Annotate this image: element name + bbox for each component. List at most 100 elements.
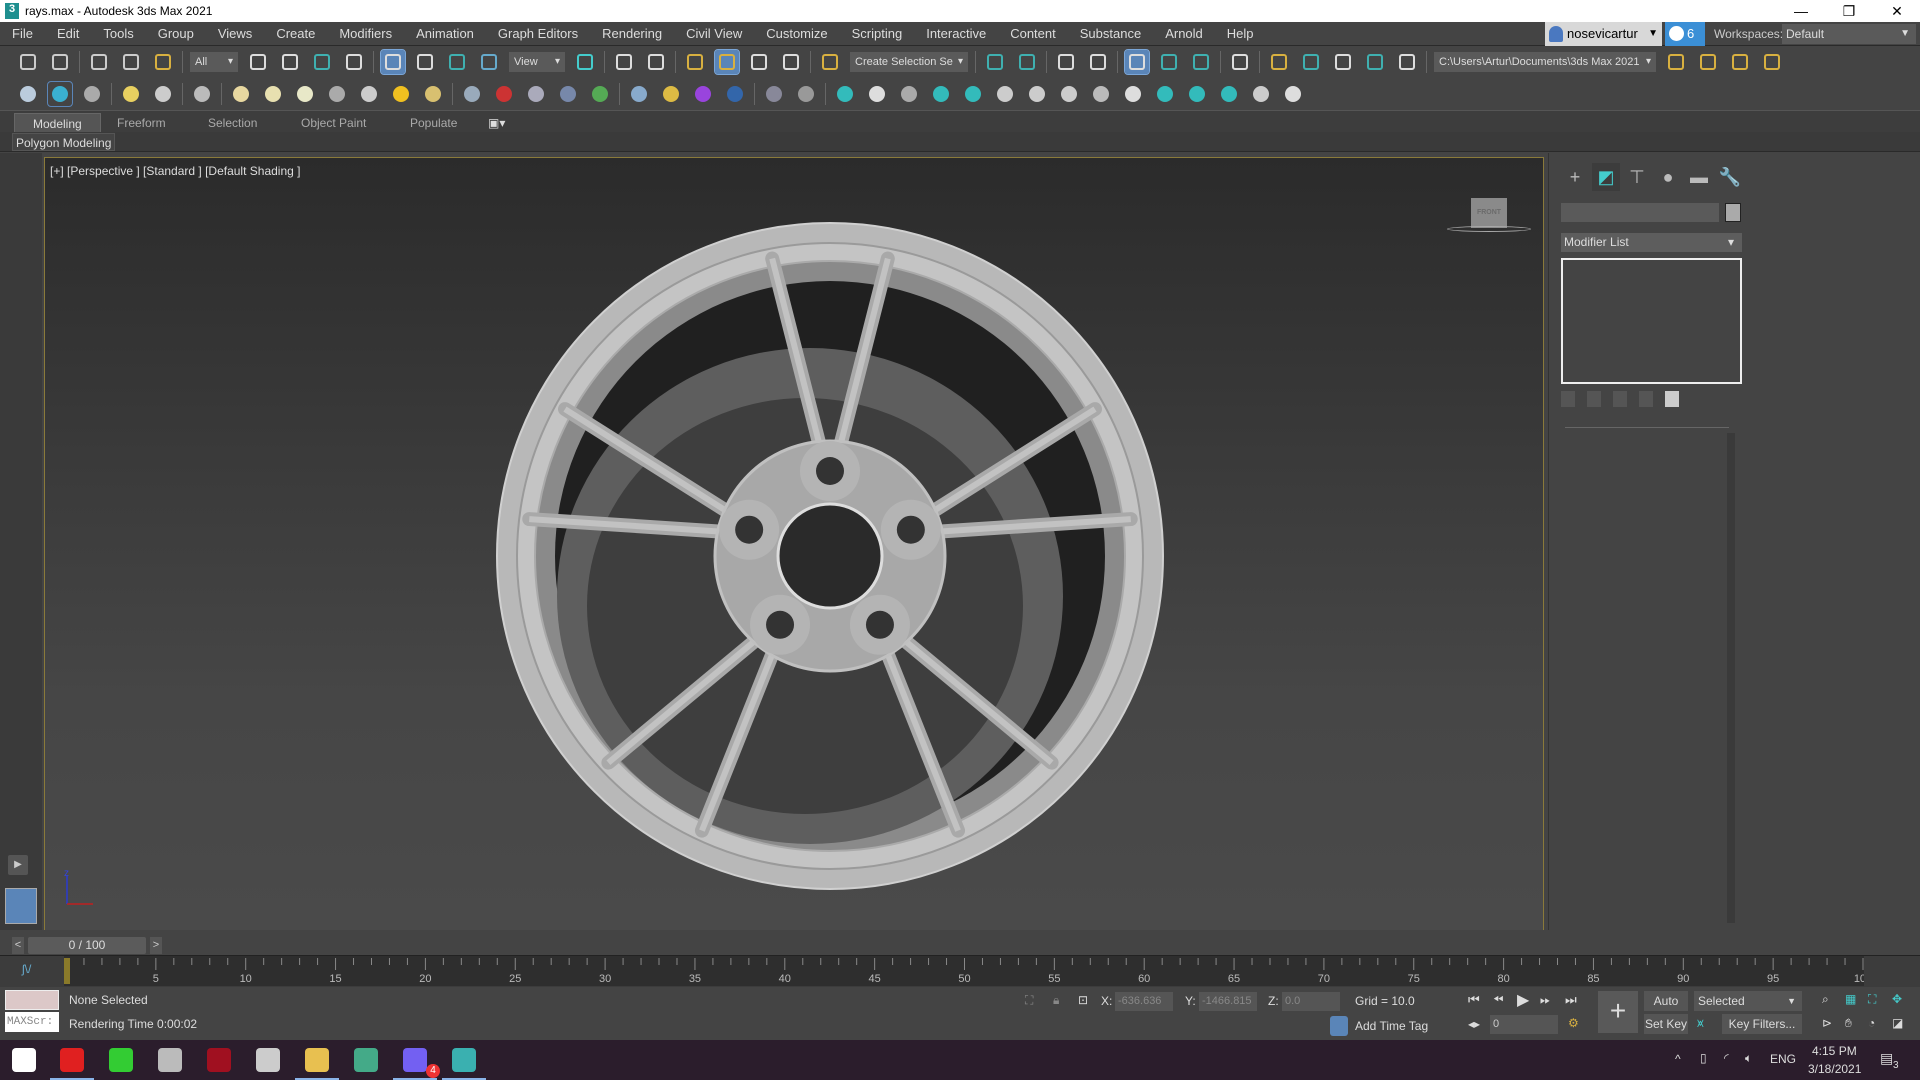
- rect-region-icon[interactable]: [310, 50, 334, 74]
- lattice-icon[interactable]: [524, 82, 548, 106]
- auto-key-button[interactable]: Auto Key: [1644, 991, 1688, 1028]
- molecule-icon[interactable]: [492, 82, 516, 106]
- panel-scrollbar[interactable]: [1727, 433, 1735, 923]
- display-icon[interactable]: ▬: [1685, 163, 1713, 191]
- menu-file[interactable]: File: [0, 26, 45, 41]
- viewport-layout-thumbnail[interactable]: [5, 888, 37, 924]
- isolate-icon[interactable]: ⛶: [1025, 993, 1033, 1008]
- key-mode-select[interactable]: Selected ▼: [1694, 991, 1802, 1011]
- grass-icon[interactable]: [588, 82, 612, 106]
- hierarchy-icon[interactable]: ⊤: [1623, 163, 1651, 191]
- render-to-texture-icon[interactable]: [1395, 50, 1419, 74]
- tab-freeform[interactable]: Freeform: [117, 113, 166, 133]
- dope-sheet-icon[interactable]: [1189, 50, 1213, 74]
- ribbon-options-icon[interactable]: ▣▾: [488, 113, 505, 133]
- pin-stack-icon[interactable]: [1561, 391, 1575, 407]
- tab-modeling[interactable]: Modeling: [14, 113, 101, 133]
- workspace-select[interactable]: Default ▼: [1782, 24, 1916, 44]
- menu-views[interactable]: Views: [206, 26, 264, 41]
- object-name-field[interactable]: [1561, 203, 1719, 222]
- z-coordinate-field[interactable]: 0.0: [1282, 992, 1340, 1011]
- grid-icon[interactable]: [1121, 82, 1145, 106]
- minimize-button[interactable]: —: [1778, 0, 1824, 22]
- tree-icon[interactable]: [993, 82, 1017, 106]
- create-icon[interactable]: +: [1561, 163, 1589, 191]
- play-icon[interactable]: ▶: [1517, 990, 1529, 1010]
- teapot-wire-icon[interactable]: [325, 82, 349, 106]
- menu-customize[interactable]: Customize: [754, 26, 839, 41]
- key-filters-button[interactable]: Key Filters...: [1722, 1014, 1802, 1034]
- frame-icon[interactable]: [1217, 82, 1241, 106]
- toggle-ribbon-icon[interactable]: [1124, 49, 1150, 75]
- key-mode-icon[interactable]: ◂▸: [1468, 1017, 1480, 1031]
- remove-modifier-icon[interactable]: [1639, 391, 1653, 407]
- window-crossing-icon[interactable]: [342, 50, 366, 74]
- photometric-light-icon[interactable]: [833, 82, 857, 106]
- close-button[interactable]: ✕: [1874, 0, 1920, 22]
- youtube-icon[interactable]: [60, 1048, 84, 1072]
- green-app-icon[interactable]: [109, 1048, 133, 1072]
- select-by-name-icon[interactable]: [278, 50, 302, 74]
- new-project-icon[interactable]: [1728, 50, 1752, 74]
- menu-group[interactable]: Group: [146, 26, 206, 41]
- placement-icon[interactable]: [477, 50, 501, 74]
- cycle-icon[interactable]: [1057, 82, 1081, 106]
- time-tag-icon[interactable]: [1330, 1016, 1348, 1036]
- teapot-icon[interactable]: [16, 82, 40, 106]
- utilities-icon[interactable]: 🔧: [1716, 163, 1744, 191]
- layer-explorer-icon[interactable]: [1086, 50, 1110, 74]
- account-button[interactable]: nosevicartur ▼: [1545, 22, 1662, 46]
- link-icon[interactable]: [87, 50, 111, 74]
- configure-modifier-sets-icon[interactable]: [1665, 391, 1679, 407]
- goto-start-icon[interactable]: ⏮: [1468, 992, 1480, 1008]
- red-app-icon[interactable]: [207, 1048, 231, 1072]
- maximize-viewport-icon[interactable]: ◪: [1892, 1016, 1903, 1030]
- maxscript-mini-listener[interactable]: MAXScr:: [5, 1012, 59, 1032]
- schematic-view-icon[interactable]: [1228, 50, 1252, 74]
- particles-icon[interactable]: [460, 82, 484, 106]
- reference-coordinate-dropdown[interactable]: View: [509, 52, 565, 72]
- menu-graph-editors[interactable]: Graph Editors: [486, 26, 590, 41]
- layers-icon[interactable]: [1089, 82, 1113, 106]
- sphere-icon[interactable]: [421, 82, 445, 106]
- menu-arnold[interactable]: Arnold: [1153, 26, 1215, 41]
- trees-icon[interactable]: [929, 82, 953, 106]
- tab-populate[interactable]: Populate: [410, 113, 457, 133]
- clipboard-icon[interactable]: [762, 82, 786, 106]
- project-folder-dropdown[interactable]: C:\Users\Artur\Documents\3ds Max 2021: [1434, 52, 1656, 72]
- modify-icon[interactable]: ◩: [1592, 163, 1620, 191]
- teapot-small-icon[interactable]: [1249, 82, 1273, 106]
- gear-icon[interactable]: [556, 82, 580, 106]
- maxscript-listener-pane[interactable]: [5, 990, 59, 1010]
- x-coordinate-field[interactable]: -636.636: [1115, 992, 1173, 1011]
- percent-snap-icon[interactable]: [747, 50, 771, 74]
- notifications-button[interactable]: 6: [1665, 22, 1705, 46]
- selection-filter-dropdown[interactable]: All: [190, 52, 238, 72]
- sphere-light-icon[interactable]: [293, 82, 317, 106]
- current-frame-marker[interactable]: [64, 958, 70, 984]
- y-coordinate-field[interactable]: -1466.815: [1199, 992, 1257, 1011]
- time-config-icon[interactable]: ⚙: [1568, 1016, 1579, 1030]
- move-icon[interactable]: [380, 49, 406, 75]
- spinner-snap-icon[interactable]: [779, 50, 803, 74]
- next-frame-arrow[interactable]: >: [150, 937, 162, 954]
- camera-add-icon[interactable]: [1185, 82, 1209, 106]
- modifier-stack[interactable]: [1561, 258, 1742, 384]
- slate-icon[interactable]: [723, 82, 747, 106]
- add-time-tag-button[interactable]: Add Time Tag: [1355, 1019, 1428, 1033]
- render-cloud-icon[interactable]: [1363, 50, 1387, 74]
- key-tangent-icon[interactable]: ⩙: [1697, 1016, 1704, 1031]
- render-icon[interactable]: [1331, 50, 1355, 74]
- orbit-icon[interactable]: ◔: [1868, 1016, 1875, 1030]
- align-icon[interactable]: [1015, 50, 1039, 74]
- camera-icon[interactable]: [190, 82, 214, 106]
- polygon-modeling-button[interactable]: Polygon Modeling: [12, 133, 116, 151]
- render-window-icon[interactable]: [80, 82, 104, 106]
- physical-camera-icon[interactable]: [897, 82, 921, 106]
- rendered-frame-icon[interactable]: [1299, 50, 1323, 74]
- menu-help[interactable]: Help: [1215, 26, 1266, 41]
- wheel-model[interactable]: [45, 158, 1544, 931]
- set-key-big-button[interactable]: +: [1598, 991, 1638, 1033]
- dome-icon[interactable]: [261, 82, 285, 106]
- plane-icon[interactable]: [229, 82, 253, 106]
